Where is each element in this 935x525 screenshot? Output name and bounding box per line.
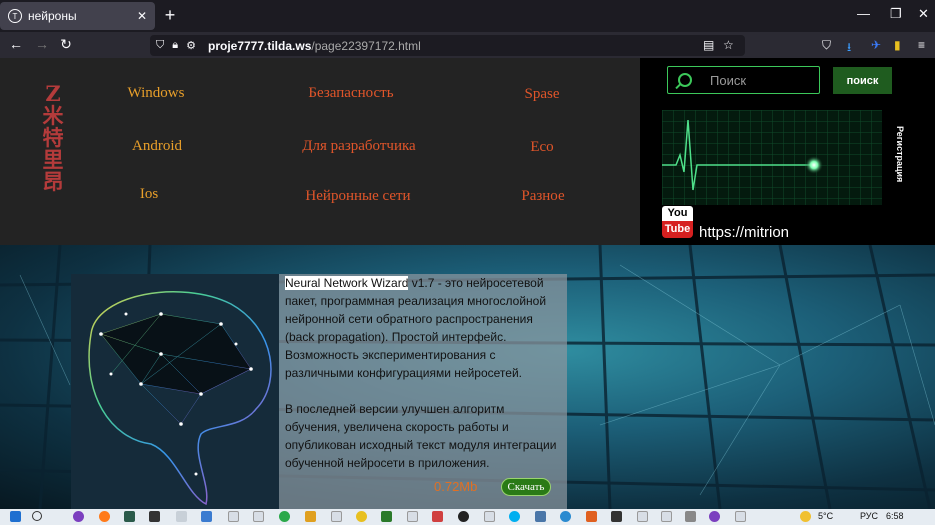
file-icon[interactable] xyxy=(331,511,342,522)
register-link[interactable]: Регистрация xyxy=(895,126,905,182)
bookmark-star-icon[interactable]: ☆ xyxy=(723,38,734,52)
search-icon xyxy=(678,73,692,87)
clock[interactable]: 6:58 xyxy=(886,511,904,521)
file-icon[interactable] xyxy=(253,511,264,522)
app-icon[interactable] xyxy=(73,511,84,522)
file-icon[interactable] xyxy=(735,511,746,522)
menu-item-neural-networks[interactable]: Нейронные сети xyxy=(305,188,410,205)
browser-tab-bar: T нейроны ✕ + — ❐ ✕ xyxy=(0,0,935,32)
menu-icon[interactable]: ≡ xyxy=(918,38,925,52)
address-bar[interactable]: ⛉ 🔒︎ ⚙︎ proje7777.tilda.ws/page22397172.… xyxy=(150,35,745,56)
search-placeholder: Поиск xyxy=(710,72,747,88)
header-sidebar: Поиск поиск Регистрация You Tube https:/… xyxy=(640,58,935,245)
menu-item-misc[interactable]: Разное xyxy=(521,188,564,205)
language-indicator[interactable]: РУС xyxy=(860,511,878,521)
search-button[interactable]: поиск xyxy=(833,67,892,94)
close-icon[interactable]: ✕ xyxy=(918,6,929,22)
tab-title: нейроны xyxy=(28,9,77,23)
file-icon[interactable] xyxy=(637,511,648,522)
firefox-icon[interactable] xyxy=(99,511,110,522)
skype-icon[interactable] xyxy=(509,511,520,522)
download-button[interactable]: Скачать xyxy=(501,478,551,496)
file-icon[interactable] xyxy=(407,511,418,522)
search-input[interactable]: Поиск xyxy=(667,66,820,94)
app-icon[interactable] xyxy=(356,511,367,522)
file-icon[interactable] xyxy=(484,511,495,522)
site-logo[interactable]: Z米特里昂 xyxy=(40,83,66,193)
file-icon[interactable] xyxy=(228,511,239,522)
menu-item-security[interactable]: Безапасность xyxy=(308,85,393,102)
webpage: Z米特里昂 Windows Android Ios Безапасность Д… xyxy=(0,58,935,509)
navigation-bar: ← → ↻ ⛉ 🔒︎ ⚙︎ proje7777.tilda.ws/page223… xyxy=(0,32,935,58)
product-title: Neural Network Wizard xyxy=(285,276,409,290)
pocket-icon[interactable]: ⛉ xyxy=(822,38,831,53)
app-icon[interactable] xyxy=(279,511,290,522)
site-header: Z米特里昂 Windows Android Ios Безапасность Д… xyxy=(0,58,640,245)
download-icon[interactable]: ⭳ xyxy=(847,38,851,59)
url-text[interactable]: proje7777.tilda.ws/page22397172.html xyxy=(208,39,421,53)
python-icon[interactable] xyxy=(201,511,212,522)
restore-icon[interactable]: ❐ xyxy=(890,6,902,22)
back-button[interactable]: ← xyxy=(6,36,26,52)
app-icon[interactable] xyxy=(611,511,622,522)
extension-icon[interactable]: ✈︎ xyxy=(871,38,881,52)
temperature[interactable]: 5°C xyxy=(818,511,833,521)
app-icon[interactable] xyxy=(381,511,392,522)
vk-icon[interactable] xyxy=(535,511,546,522)
windows-taskbar: 5°C РУС 6:58 xyxy=(0,509,935,525)
menu-item-developer[interactable]: Для разработчика xyxy=(302,138,415,155)
mitrion-link[interactable]: https://mitrion xyxy=(699,224,789,241)
app-icon[interactable] xyxy=(709,511,720,522)
reader-view-icon[interactable]: ▤ xyxy=(703,38,714,52)
shield-icon[interactable]: ⛉ xyxy=(156,39,164,52)
app-icon[interactable] xyxy=(432,511,443,522)
description-paragraph-2: В последней версии улучшен алгоритм обуч… xyxy=(285,402,557,470)
permissions-icon[interactable]: ⚙︎ xyxy=(186,39,196,52)
app-icon[interactable] xyxy=(586,511,597,522)
app-icon[interactable] xyxy=(176,511,187,522)
menu-item-windows[interactable]: Windows xyxy=(128,85,185,102)
menu-item-eco[interactable]: Eco xyxy=(530,139,553,156)
flag-icon[interactable]: ▮ xyxy=(894,38,901,52)
heartbeat-monitor-image xyxy=(662,110,882,205)
app-icon[interactable] xyxy=(560,511,571,522)
lock-icon[interactable]: 🔒︎ xyxy=(172,39,178,52)
app-icon[interactable] xyxy=(685,511,696,522)
forward-button[interactable]: → xyxy=(32,36,52,52)
youtube-icon[interactable]: You Tube xyxy=(662,206,693,238)
app-icon[interactable] xyxy=(124,511,135,522)
description-panel: Neural Network Wizard v1.7 - это нейросе… xyxy=(279,274,567,509)
hero-section: Neural Network Wizard v1.7 - это нейросе… xyxy=(0,245,935,509)
description-paragraph-1: Neural Network Wizard v1.7 - это нейросе… xyxy=(285,276,547,380)
menu-item-ios[interactable]: Ios xyxy=(140,186,158,203)
weather-icon[interactable] xyxy=(800,511,811,522)
browser-tab[interactable]: T нейроны ✕ xyxy=(0,2,155,30)
menu-item-android[interactable]: Android xyxy=(132,138,182,155)
new-tab-button[interactable]: + xyxy=(160,6,180,26)
close-tab-icon[interactable]: ✕ xyxy=(137,9,147,23)
menu-item-space[interactable]: Spase xyxy=(525,86,560,103)
tilda-icon: T xyxy=(8,9,22,23)
app-icon[interactable] xyxy=(458,511,469,522)
terminal-icon[interactable] xyxy=(149,511,160,522)
minimize-icon[interactable]: — xyxy=(857,6,870,21)
reload-button[interactable]: ↻ xyxy=(56,36,76,53)
windows-start-icon[interactable] xyxy=(10,511,21,522)
app-icon[interactable] xyxy=(305,511,316,522)
file-size: 0.72Mb xyxy=(434,479,478,494)
file-icon[interactable] xyxy=(661,511,672,522)
brain-network-image xyxy=(71,274,279,509)
search-icon[interactable] xyxy=(32,511,42,521)
